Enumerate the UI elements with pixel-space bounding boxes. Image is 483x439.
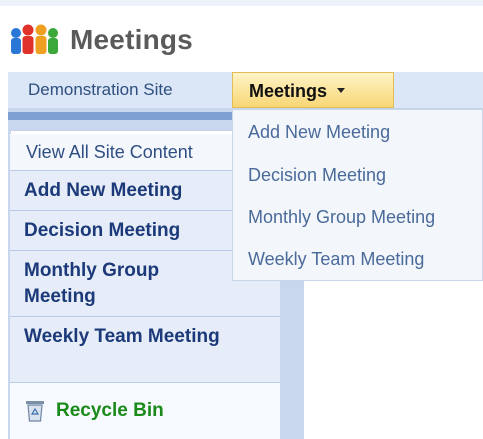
dropdown-item-monthly-group-meeting[interactable]: Monthly Group Meeting (248, 207, 435, 228)
meetings-dropdown-menu: Add New Meeting Decision Meeting Monthly… (232, 109, 483, 281)
dropdown-item-weekly-team-meeting[interactable]: Weekly Team Meeting (248, 249, 424, 270)
people-group-icon (11, 24, 58, 54)
nav-meetings-menu[interactable]: Meetings (232, 72, 394, 108)
dropdown-item-decision-meeting[interactable]: Decision Meeting (248, 165, 386, 186)
page-title: Meetings (70, 24, 193, 55)
nav-meetings-label: Meetings (249, 81, 328, 101)
recycle-bin-link[interactable]: Recycle Bin (10, 383, 280, 439)
recycle-bin-label: Recycle Bin (56, 400, 164, 421)
site-title-area: Meetings (8, 18, 193, 62)
chevron-down-icon (337, 87, 346, 93)
nav-demonstration-site[interactable]: Demonstration Site (20, 72, 236, 108)
dropdown-item-add-new-meeting[interactable]: Add New Meeting (248, 122, 390, 143)
recycle-bin-icon (26, 401, 44, 422)
top-navigation: Demonstration Site Meetings (8, 72, 483, 109)
top-strip (0, 0, 483, 6)
quicklaunch-item-weekly-team-meeting[interactable]: Weekly Team Meeting (10, 317, 280, 383)
